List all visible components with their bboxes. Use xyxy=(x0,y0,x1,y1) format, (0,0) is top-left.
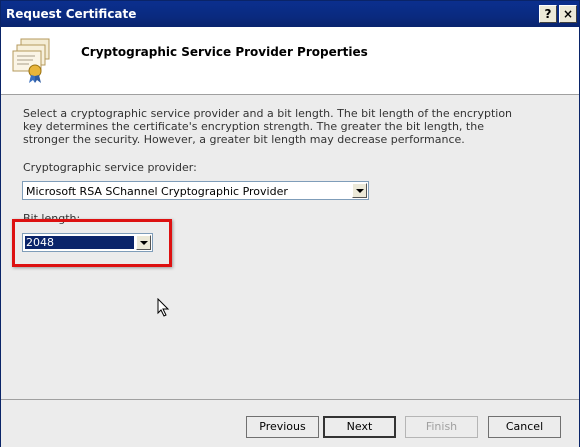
csp-label: Cryptographic service provider: xyxy=(23,161,197,174)
cancel-button[interactable]: Cancel xyxy=(488,416,561,438)
previous-button[interactable]: Previous xyxy=(246,416,319,438)
certificate-icon xyxy=(12,38,50,83)
next-button[interactable]: Next xyxy=(323,416,396,438)
finish-button[interactable]: Finish xyxy=(405,416,478,438)
request-certificate-dialog: Request Certificate ? × Cryptographic Se… xyxy=(0,0,580,447)
help-button[interactable]: ? xyxy=(539,5,557,23)
close-button[interactable]: × xyxy=(559,5,577,23)
csp-dropdown[interactable]: Microsoft RSA SChannel Cryptographic Pro… xyxy=(22,181,369,200)
title-bar: Request Certificate ? × xyxy=(1,1,579,27)
csp-selected-value: Microsoft RSA SChannel Cryptographic Pro… xyxy=(26,185,288,198)
mouse-pointer-icon xyxy=(157,298,170,317)
description-text: Select a cryptographic service provider … xyxy=(23,107,513,146)
wizard-header: Cryptographic Service Provider Propertie… xyxy=(1,27,579,95)
annotation-highlight-box xyxy=(12,219,172,267)
chevron-down-icon[interactable] xyxy=(352,183,367,198)
wizard-footer: Previous Next Finish Cancel xyxy=(1,399,579,447)
page-title: Cryptographic Service Provider Propertie… xyxy=(81,45,368,59)
window-title: Request Certificate xyxy=(6,7,137,21)
